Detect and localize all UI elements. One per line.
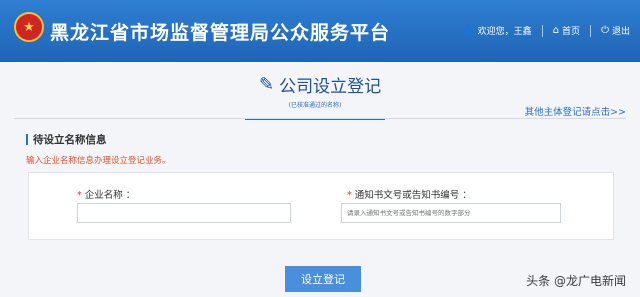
section-heading: 待设立名称信息 — [26, 132, 107, 147]
logout-link[interactable]: ⏻ 退出 — [601, 24, 630, 37]
company-name-input[interactable] — [77, 203, 291, 223]
edit-icon: ✎ — [259, 74, 275, 95]
required-marker: * — [77, 190, 82, 201]
home-link[interactable]: ⌂ 首页 — [553, 24, 580, 37]
required-marker: * — [347, 190, 352, 201]
welcome-text: 欢迎您，王鑫 — [477, 27, 532, 37]
form-panel: * 企业名称 ： * 通知书文号或告知书编号 ： — [28, 172, 614, 240]
instruction-hint: 输入企业名称信息办理设立登记业务。 — [26, 156, 171, 166]
welcome-user[interactable]: 👤 欢迎您，王鑫 — [462, 24, 531, 37]
divider — [14, 118, 626, 119]
page-title-text: 公司设立登记 — [279, 77, 382, 97]
company-name-label-text: 企业名称 ： — [84, 190, 136, 201]
page-subtitle: (已核准通过的名称) — [288, 102, 342, 109]
home-icon: ⌂ — [552, 25, 560, 36]
national-emblem-icon: ★ — [14, 12, 44, 42]
notice-number-label: * 通知书文号或告知书编号 ： — [347, 187, 472, 201]
other-entity-registration-link[interactable]: 其他主体登记请点击>> — [525, 104, 626, 118]
logout-text: 退出 — [611, 27, 630, 37]
home-text: 首页 — [562, 27, 581, 37]
nav-divider — [590, 24, 592, 37]
top-nav: 👤 欢迎您，王鑫 ⌂ 首页 ⏻ 退出 — [462, 24, 630, 37]
section-title: 待设立名称信息 — [33, 134, 107, 146]
site-title: 黑龙江省市场监督管理局公众服务平台 — [50, 22, 391, 44]
nav-divider — [541, 24, 543, 37]
page-title-tab: ✎ 公司设立登记 (已核准通过的名称) — [245, 66, 385, 120]
section-marker — [26, 134, 28, 145]
notice-number-label-text: 通知书文号或告知书编号 ： — [354, 190, 472, 201]
top-header: ★ 黑龙江省市场监督管理局公众服务平台 👤 欢迎您，王鑫 ⌂ 首页 ⏻ 退出 — [0, 0, 640, 62]
notice-number-input[interactable] — [341, 203, 561, 223]
user-icon: 👤 — [462, 25, 475, 36]
power-icon: ⏻ — [601, 25, 609, 36]
watermark: 头条 @龙广电新闻 — [526, 274, 626, 288]
page-title: ✎ 公司设立登记 — [259, 72, 381, 97]
company-name-label: * 企业名称 ： — [77, 187, 135, 201]
submit-registration-button[interactable]: 设立登记 — [285, 266, 361, 292]
